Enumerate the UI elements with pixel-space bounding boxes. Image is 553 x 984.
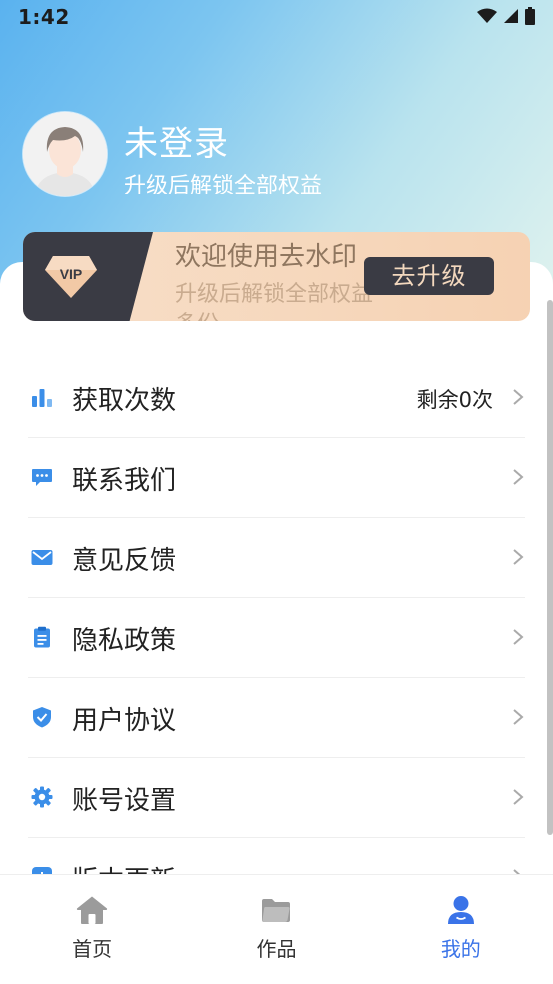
nav-label: 我的 (440, 937, 481, 961)
cell-signal-icon (504, 9, 518, 23)
menu-item-label: 联系我们 (72, 466, 177, 496)
status-time: 1:42 (18, 5, 70, 29)
nav-home[interactable]: 首页 (0, 875, 184, 984)
clipboard-icon (34, 626, 50, 648)
status-bar: 1:42 (0, 0, 553, 34)
gear-icon (31, 786, 53, 808)
upgrade-button[interactable]: 去升级 (364, 257, 494, 295)
menu-item-label: 用户协议 (72, 706, 177, 736)
bar-chart-icon (32, 389, 52, 407)
menu-item-label: 账号设置 (72, 786, 177, 816)
folder-icon (262, 899, 291, 922)
menu-list: 获取次数 剩余0次 联系我们 意见反馈 隐私政策 用户协议 账号设置 (0, 358, 553, 918)
nav-mine[interactable]: 我的 (369, 875, 553, 984)
chevron-right-icon (513, 469, 524, 485)
chat-bubble-icon (32, 469, 52, 486)
user-icon (447, 896, 474, 924)
menu-item-label: 获取次数 (72, 386, 177, 416)
chevron-right-icon (513, 629, 524, 645)
wifi-icon (477, 8, 497, 23)
avatar[interactable] (23, 112, 107, 196)
chevron-right-icon (513, 789, 524, 805)
vip-subtitle: 升级后解锁全部权益多份 (175, 282, 374, 321)
chevron-right-icon (513, 709, 524, 725)
nav-works[interactable]: 作品 (184, 875, 368, 984)
menu-item-feedback[interactable]: 意见反馈 (0, 518, 553, 598)
nav-label: 首页 (72, 937, 113, 961)
mail-icon (31, 550, 53, 565)
chevron-right-icon (513, 389, 524, 405)
home-icon (77, 896, 108, 924)
user-subtitle: 升级后解锁全部权益 (124, 174, 323, 194)
remaining-count-value: 剩余0次 (416, 388, 493, 412)
vip-title: 欢迎使用去水印 (175, 242, 358, 272)
vip-diamond-icon: VIP (45, 256, 97, 298)
nav-label: 作品 (256, 937, 297, 961)
vip-badge-text: VIP (60, 266, 83, 282)
menu-item-label: 隐私政策 (72, 626, 177, 656)
battery-icon (525, 7, 535, 25)
menu-item-usage-count[interactable]: 获取次数 剩余0次 (0, 358, 553, 438)
menu-item-label: 意见反馈 (72, 546, 177, 576)
username[interactable]: 未登录 (124, 116, 229, 165)
menu-item-account-settings[interactable]: 账号设置 (0, 758, 553, 838)
shield-check-icon (33, 707, 51, 728)
menu-item-user-agreement[interactable]: 用户协议 (0, 678, 553, 758)
menu-item-privacy-policy[interactable]: 隐私政策 (0, 598, 553, 678)
status-icons (477, 6, 535, 26)
default-avatar-icon (23, 112, 107, 196)
bottom-navigation: 首页 作品 我的 (0, 874, 553, 984)
vip-card[interactable]: VIP 欢迎使用去水印 升级后解锁全部权益多份 去升级 (23, 232, 530, 321)
chevron-right-icon (513, 549, 524, 565)
menu-item-contact-us[interactable]: 联系我们 (0, 438, 553, 518)
scrollbar[interactable] (547, 300, 553, 835)
